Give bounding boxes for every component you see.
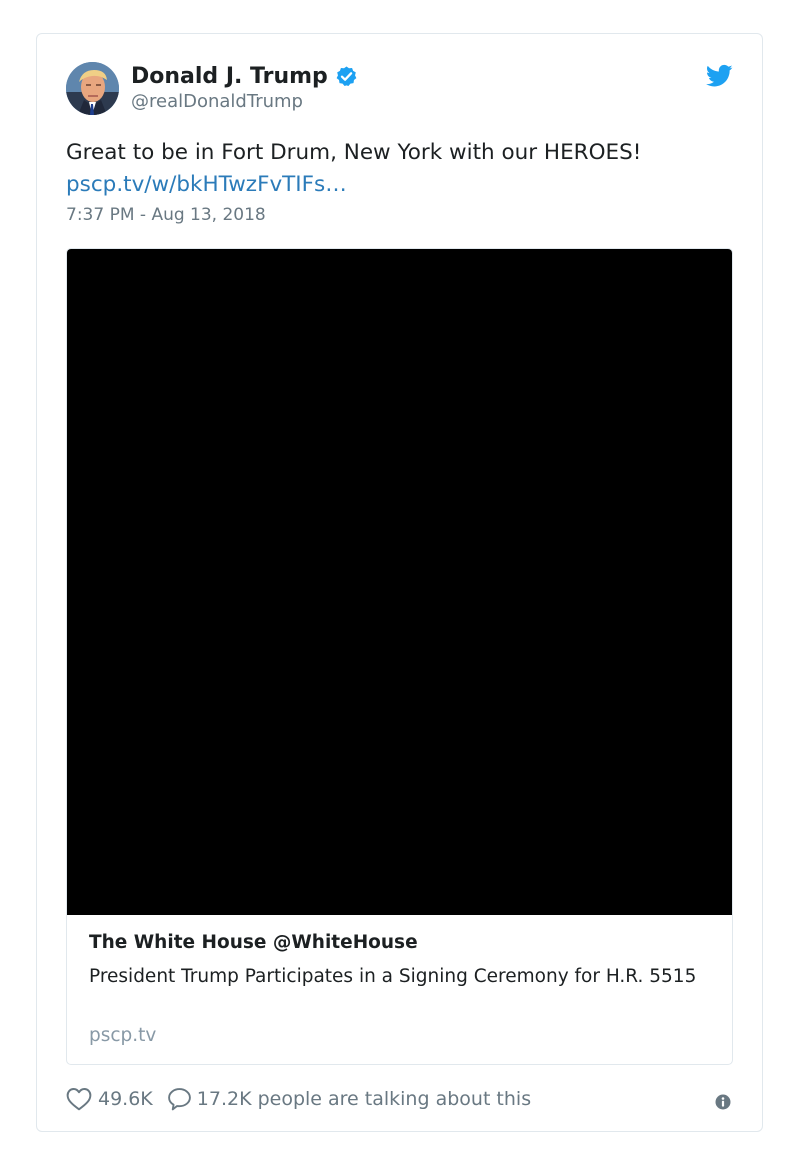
author-name-row[interactable]: Donald J. Trump xyxy=(131,64,358,89)
tweet-timestamp[interactable]: 7:37 PM - Aug 13, 2018 xyxy=(66,205,266,225)
reply-button[interactable]: 17.2K people are talking about this xyxy=(167,1087,531,1111)
heart-icon xyxy=(66,1088,92,1111)
tweet-text: Great to be in Fort Drum, New York with … xyxy=(66,137,736,201)
avatar[interactable] xyxy=(66,62,119,115)
card-description: President Trump Participates in a Signin… xyxy=(89,966,697,987)
like-button[interactable]: 49.6K xyxy=(66,1087,167,1111)
speech-bubble-icon xyxy=(167,1088,191,1111)
tweet-link[interactable]: pscp.tv/w/bkHTwzFvTIFs… xyxy=(66,172,347,197)
reply-text: 17.2K people are talking about this xyxy=(196,1088,532,1110)
tweet-body: Great to be in Fort Drum, New York with … xyxy=(66,140,642,165)
tweet-actions: 49.6K 17.2K people are talking about thi… xyxy=(66,1087,531,1111)
author-handle[interactable]: @realDonaldTrump xyxy=(131,91,303,112)
twitter-bird-icon[interactable] xyxy=(706,64,733,88)
verified-badge-icon xyxy=(336,66,357,86)
like-count: 49.6K xyxy=(98,1088,153,1110)
info-icon[interactable] xyxy=(715,1094,731,1110)
author-display-name[interactable]: Donald J. Trump xyxy=(131,64,328,89)
card-domain: pscp.tv xyxy=(89,1025,157,1046)
card-title: The White House @WhiteHouse xyxy=(89,932,418,953)
video-player[interactable] xyxy=(67,249,732,915)
media-card[interactable]: The White House @WhiteHouse President Tr… xyxy=(66,248,733,1065)
